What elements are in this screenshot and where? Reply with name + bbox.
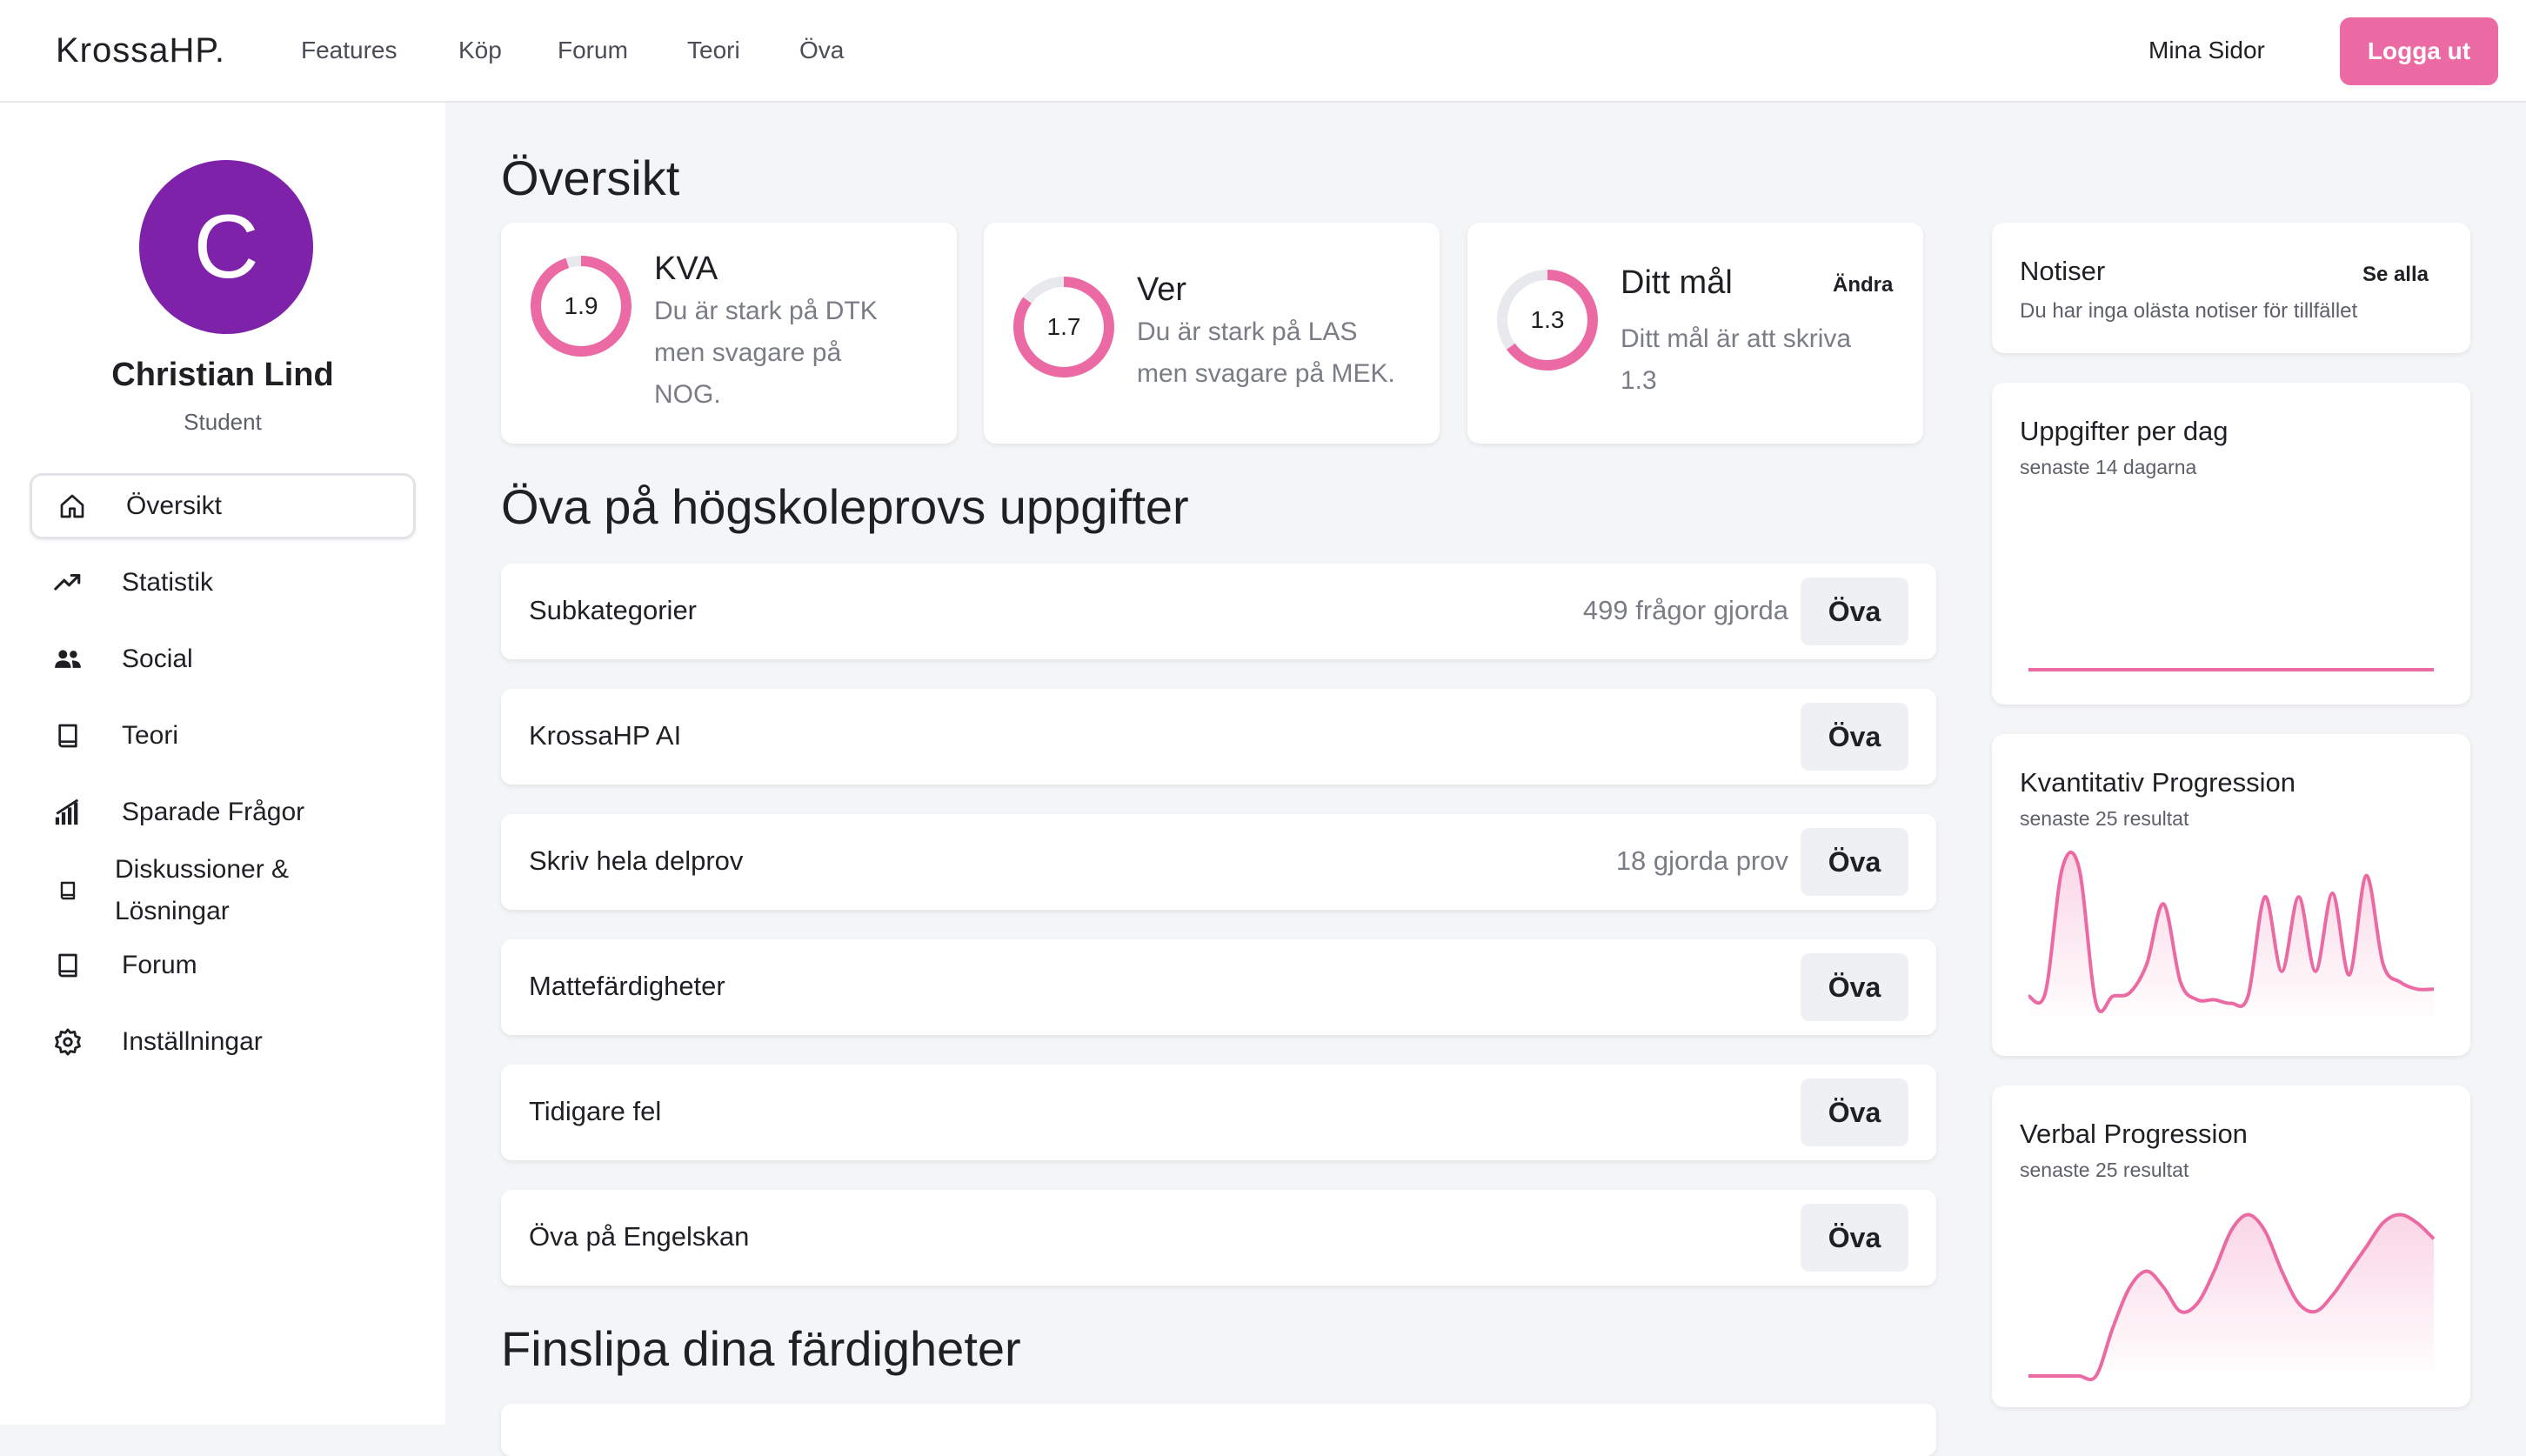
book-icon: [50, 718, 85, 753]
user-name: Christian Lind: [111, 357, 334, 393]
sidebar-item-statistik[interactable]: Statistik: [30, 550, 416, 616]
quant-chart: [2028, 850, 2435, 1025]
change-goal-button[interactable]: Ändra: [1833, 273, 1893, 297]
top-navbar: KrossaHP. Features Köp Forum Teori Öva M…: [0, 0, 2526, 103]
avatar[interactable]: C: [139, 160, 313, 334]
book-icon: [50, 948, 85, 983]
skills-title: Finslipa dina färdigheter: [501, 1321, 1021, 1376]
ova-button[interactable]: Öva: [1801, 1204, 1908, 1272]
see-all-link[interactable]: Se alla: [2362, 263, 2429, 287]
sidebar-item-label: Diskussioner & Lösningar: [115, 855, 290, 925]
nav-link-teori[interactable]: Teori: [687, 37, 740, 64]
book-small-icon: [50, 873, 85, 908]
practice-row-meta: 18 gjorda prov: [1615, 845, 1788, 876]
nav-link-forum[interactable]: Forum: [558, 37, 628, 64]
sidebar-item-social[interactable]: Social: [30, 626, 416, 692]
practice-row-label: Öva på Engelskan: [529, 1221, 750, 1252]
practice-row-krossahp-ai[interactable]: KrossaHP AI Öva: [501, 689, 1936, 785]
ova-button[interactable]: Öva: [1801, 953, 1908, 1021]
sidebar-item-label: Sparade Frågor: [122, 798, 305, 826]
verbal-chart: [2028, 1212, 2436, 1382]
users-icon: [50, 642, 85, 677]
practice-row-label: Subkategorier: [529, 595, 698, 625]
sidebar-item-diskussioner[interactable]: Diskussioner & Lösningar: [30, 844, 416, 938]
stat-description: Ditt mål är att skriva 1.3: [1621, 324, 1852, 395]
stat-card-goal: 1.3 Ditt mål Ändra Ditt mål är att skriv…: [1467, 223, 1923, 444]
ring-value: 1.3: [1530, 306, 1565, 333]
practice-row-label: KrossaHP AI: [529, 720, 682, 751]
sidebar-item-label: Inställningar: [122, 1027, 263, 1056]
sidebar-item-label: Teori: [122, 721, 179, 750]
trending-up-icon: [50, 565, 85, 600]
practice-row-meta: 499 frågor gjorda: [1582, 595, 1788, 625]
stat-title: Ver: [1137, 271, 1187, 308]
home-icon: [55, 489, 90, 524]
stat-title: Ditt mål: [1621, 264, 1733, 301]
sidebar-item-installningar[interactable]: Inställningar: [30, 1009, 416, 1075]
sidebar-item-label: Forum: [122, 951, 197, 979]
ova-button[interactable]: Öva: [1801, 1079, 1908, 1146]
sidebar-item-label: Statistik: [122, 568, 214, 597]
practice-title: Öva på högskoleprovs uppgifter: [501, 479, 1189, 534]
sidebar-item-forum[interactable]: Forum: [30, 932, 416, 998]
overview-title: Översikt: [501, 150, 680, 205]
ova-button[interactable]: Öva: [1801, 578, 1908, 645]
notices-card: Notiser Se alla Du har inga olästa notis…: [1992, 223, 2470, 353]
ring-value: 1.7: [1046, 313, 1081, 340]
practice-row-label: Skriv hela delprov: [529, 845, 744, 876]
stat-description: Du är stark på DTK men svagare på NOG.: [654, 297, 878, 409]
sidebar-item-label: Översikt: [126, 491, 223, 520]
notices-text: Du har inga olästa notiser för tillfälle…: [2020, 299, 2358, 323]
user-role: Student: [184, 409, 262, 435]
practice-row-subkategorier[interactable]: Subkategorier 499 frågor gjorda Öva: [501, 564, 1936, 659]
sidebar-item-oversikt[interactable]: Översikt: [30, 473, 416, 539]
stat-card-kva: 1.9 KVA Du är stark på DTK men svagare p…: [501, 223, 957, 444]
quant-card: Kvantitativ Progression senaste 25 resul…: [1992, 734, 2470, 1056]
per-day-card: Uppgifter per dag senaste 14 dagarna: [1992, 383, 2470, 705]
practice-row-delprov[interactable]: Skriv hela delprov 18 gjorda prov Öva: [501, 814, 1936, 910]
signal-bars-icon: [50, 795, 85, 830]
ring-value: 1.9: [564, 292, 598, 319]
practice-row-label: Tidigare fel: [529, 1096, 662, 1126]
sidebar-item-label: Social: [122, 645, 193, 673]
nav-link-kop[interactable]: Köp: [458, 37, 502, 64]
logout-button[interactable]: Logga ut: [2340, 17, 2498, 85]
mina-sidor-link[interactable]: Mina Sidor: [2148, 37, 2265, 64]
practice-row-label: Mattefärdigheter: [529, 971, 725, 1001]
sidebar-item-sparade-fragor[interactable]: Sparade Frågor: [30, 779, 416, 845]
practice-row-tidigare-fel[interactable]: Tidigare fel Öva: [501, 1065, 1936, 1160]
practice-row-mattefardigheter[interactable]: Mattefärdigheter Öva: [501, 939, 1936, 1035]
sidebar: C Christian Lind Student Översikt Statis…: [0, 103, 445, 1425]
sidebar-item-teori[interactable]: Teori: [30, 703, 416, 769]
practice-row-engelskan[interactable]: Öva på Engelskan Öva: [501, 1190, 1936, 1286]
stat-title: KVA: [654, 250, 718, 287]
ova-button[interactable]: Öva: [1801, 828, 1908, 896]
brand-logo[interactable]: KrossaHP.: [56, 31, 225, 70]
per-day-chart: [2028, 668, 2434, 671]
skills-row[interactable]: [501, 1404, 1936, 1456]
stat-card-ver: 1.7 Ver Du är stark på LAS men svagare p…: [984, 223, 1440, 444]
ova-button[interactable]: Öva: [1801, 703, 1908, 771]
nav-link-features[interactable]: Features: [301, 37, 398, 64]
gear-icon: [50, 1025, 85, 1059]
notices-title: Notiser: [2020, 256, 2106, 286]
nav-link-ova[interactable]: Öva: [799, 37, 844, 64]
verbal-card: Verbal Progression senaste 25 resultat: [1992, 1085, 2470, 1407]
stat-description: Du är stark på LAS men svagare på MEK.: [1137, 317, 1395, 388]
